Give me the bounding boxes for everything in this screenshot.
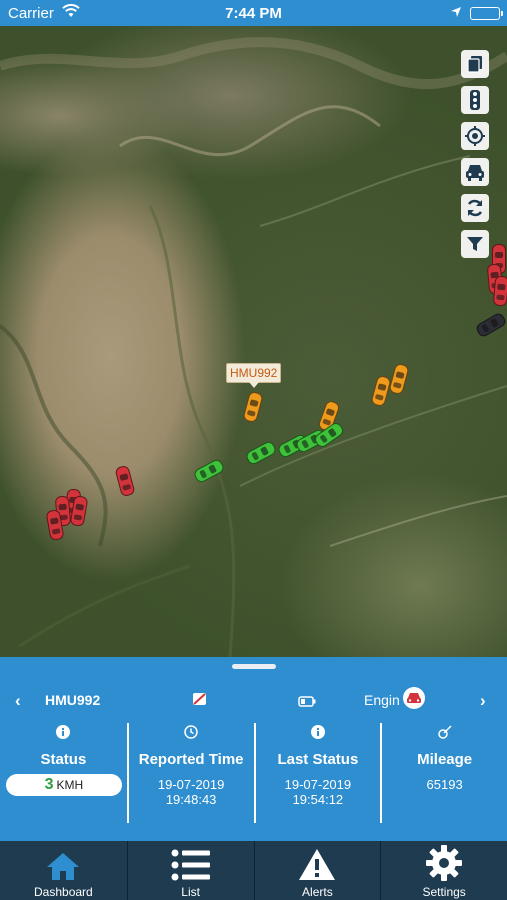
engine-label: Engin (364, 692, 400, 708)
info-icon (0, 723, 127, 741)
battery-icon (470, 7, 503, 20)
gear-icon (381, 841, 507, 881)
tab-label: List (181, 885, 200, 899)
reported-time-column: Reported Time 19-07-2019 19:48:43 (126, 723, 254, 823)
clock-icon (129, 723, 254, 741)
terrain-texture (0, 37, 507, 657)
tab-label: Dashboard (34, 885, 93, 899)
speed-badge: 3 KMH (6, 774, 122, 796)
tab-label: Settings (422, 885, 466, 899)
car-icon[interactable] (461, 158, 489, 186)
filter-icon[interactable] (461, 230, 489, 258)
speed-value: 3 (44, 776, 54, 793)
vehicle-map-label[interactable]: HMU992 (226, 363, 282, 388)
traffic-light-icon[interactable] (461, 86, 489, 114)
engine-car-icon (403, 687, 425, 709)
map-toolbar (461, 50, 489, 266)
refresh-icon[interactable] (461, 194, 489, 222)
last-status-time: 19:54:12 (292, 792, 344, 807)
reported-time: 19:48:43 (165, 792, 217, 807)
info-icon (256, 723, 381, 741)
vehicle-marker[interactable] (492, 275, 507, 307)
mileage-value: 65193 (426, 777, 463, 792)
tab-dashboard[interactable]: Dashboard (0, 841, 127, 900)
vehicle-id: HMU992 (45, 692, 101, 708)
previous-vehicle-button[interactable]: ‹ (15, 691, 21, 711)
locate-icon[interactable] (461, 122, 489, 150)
tab-settings[interactable]: Settings (380, 841, 507, 900)
next-vehicle-button[interactable]: › (480, 691, 486, 711)
status-bar: Carrier 7:44 PM (0, 0, 507, 26)
reported-time-title: Reported Time (138, 751, 244, 768)
reported-date: 19-07-2019 (157, 777, 225, 792)
gps-off-icon (192, 692, 207, 711)
odometer-icon (382, 723, 507, 741)
clock: 7:44 PM (225, 5, 282, 22)
alert-icon (255, 841, 381, 881)
list-icon (128, 841, 254, 881)
tab-label: Alerts (302, 885, 333, 899)
tab-list[interactable]: List (126, 841, 254, 900)
tab-alerts[interactable]: Alerts (253, 841, 381, 900)
last-status-column: Last Status 19-07-2019 19:54:12 (253, 723, 381, 823)
home-icon (0, 841, 127, 881)
vehicle-detail-panel: ‹ HMU992 Engin › Status 3 KMH Reported T… (0, 657, 507, 838)
vehicle-stats: Status 3 KMH Reported Time 19-07-2019 19… (0, 723, 507, 823)
last-status-date: 19-07-2019 (284, 777, 352, 792)
mileage-title: Mileage (417, 751, 473, 768)
speed-unit: KMH (56, 778, 84, 792)
document-icon[interactable] (461, 50, 489, 78)
map-view[interactable]: HMU992 (0, 26, 507, 657)
drag-handle[interactable] (232, 664, 276, 669)
vehicle-nav-row: ‹ HMU992 Engin › (0, 687, 507, 713)
tab-bar: Dashboard List Alerts Settings (0, 841, 507, 900)
mileage-column: Mileage 65193 (380, 723, 507, 823)
status-column: Status 3 KMH (0, 723, 127, 823)
last-status-title: Last Status (277, 751, 359, 768)
battery-status-icon (298, 694, 316, 712)
location-arrow-icon (450, 5, 462, 22)
status-title: Status (40, 751, 87, 768)
